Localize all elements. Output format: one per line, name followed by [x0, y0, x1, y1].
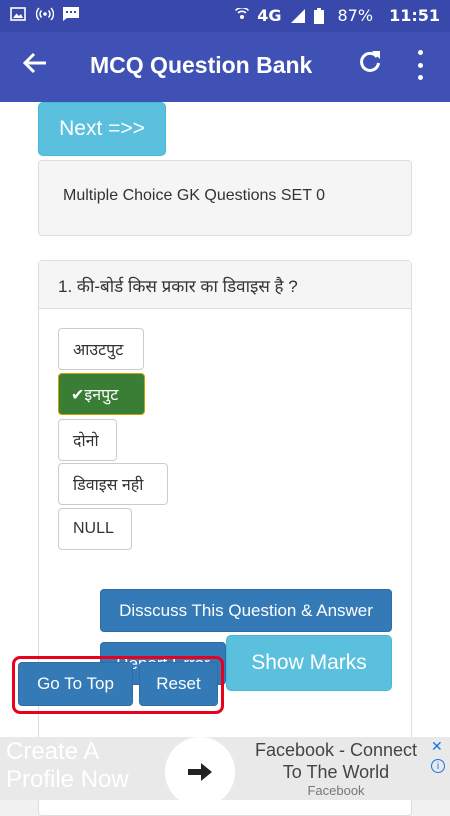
message-icon — [62, 6, 79, 22]
ad-left-text[interactable]: Create A Profile Now — [6, 738, 156, 794]
discuss-button[interactable]: Disscuss This Question & Answer — [100, 589, 392, 632]
info-icon[interactable]: i — [431, 759, 445, 773]
ad-advertiser: Facebook — [307, 783, 365, 798]
quiz-content: Next =>> Multiple Choice GK Questions SE… — [0, 102, 450, 816]
status-bar: 4G 87% 11:51 — [0, 0, 450, 32]
page-title: MCQ Question Bank — [90, 52, 313, 78]
wifi-call-icon — [233, 6, 250, 24]
option-3[interactable]: दोनो — [58, 419, 117, 461]
highlight-frame — [12, 656, 224, 714]
more-vert-icon[interactable] — [416, 50, 424, 80]
network-label: 4G — [257, 6, 282, 25]
ad-title[interactable]: Facebook - Connect To The World — [246, 739, 426, 783]
set-title: Multiple Choice GK Questions SET 0 — [63, 187, 326, 204]
arrow-right-icon[interactable] — [165, 737, 235, 807]
close-icon[interactable]: ✕ — [431, 739, 443, 755]
show-marks-button[interactable]: Show Marks — [226, 635, 392, 691]
option-1[interactable]: आउटपुट — [58, 328, 144, 370]
option-5[interactable]: NULL — [58, 508, 132, 550]
option-2-correct[interactable]: ✔इनपुट — [58, 373, 145, 415]
hotspot-icon — [35, 6, 55, 22]
question-text: 1. की-बोर्ड किस प्रकार का डिवाइस है ? — [39, 261, 411, 309]
signal-icon — [290, 8, 306, 24]
option-4[interactable]: डिवाइस नही — [58, 463, 168, 505]
image-icon — [10, 6, 26, 22]
battery-icon — [313, 7, 330, 24]
next-button[interactable]: Next =>> — [38, 102, 166, 156]
back-arrow-icon[interactable] — [22, 50, 48, 81]
clock: 11:51 — [389, 6, 440, 25]
set-title-box: Multiple Choice GK Questions SET 0 — [38, 160, 412, 236]
ad-banner[interactable]: Create A Profile Now Facebook - Connect … — [0, 737, 450, 807]
refresh-icon[interactable] — [357, 48, 383, 79]
app-bar: MCQ Question Bank — [0, 32, 450, 102]
question-panel: 1. की-बोर्ड किस प्रकार का डिवाइस है ? आउ… — [38, 260, 412, 816]
battery-percent: 87% — [337, 6, 374, 25]
